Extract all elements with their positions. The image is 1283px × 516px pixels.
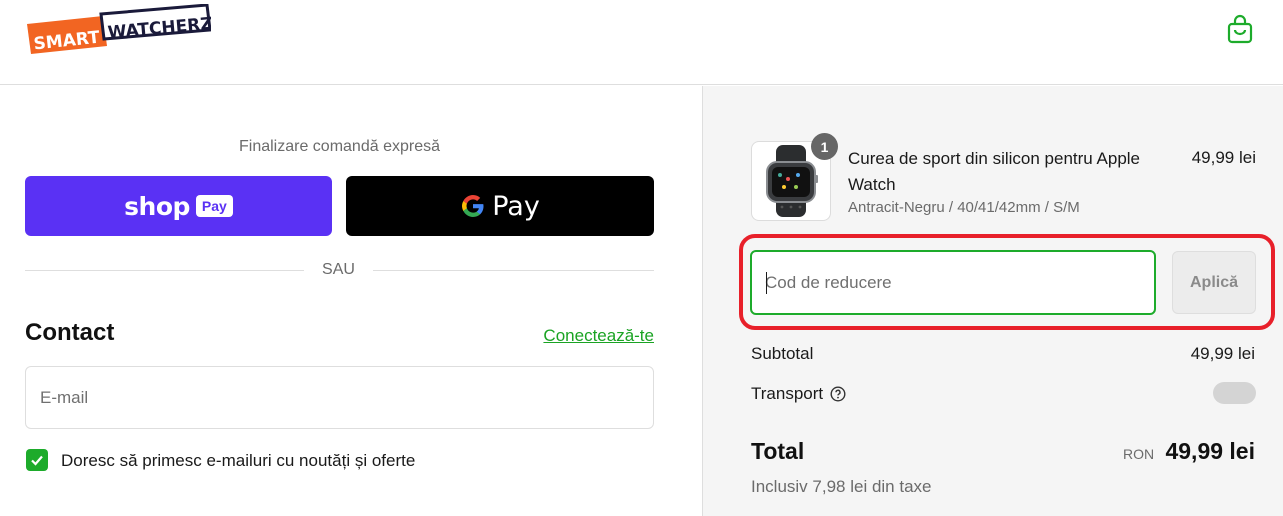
contact-heading: Contact — [25, 319, 115, 346]
total-value: 49,99 lei — [1165, 438, 1255, 464]
google-pay-button[interactable]: Pay — [346, 176, 654, 236]
shipping-label: Transport — [751, 384, 824, 403]
shipping-value-placeholder — [1213, 382, 1256, 404]
login-link[interactable]: Conectează-te — [470, 326, 654, 346]
shop-pay-badge: Pay — [195, 195, 233, 217]
checkmark-icon — [31, 455, 43, 466]
shop-pay-wordmark: shop — [124, 191, 190, 221]
divider-right — [373, 270, 654, 271]
header: SMART WATCHERZ — [0, 0, 1283, 85]
tax-note: Inclusiv 7,98 lei din taxe — [751, 477, 932, 496]
currency-code: RON — [1123, 446, 1155, 462]
or-separator: SAU — [322, 261, 355, 278]
google-g-icon — [462, 195, 484, 217]
google-pay-label: Pay — [492, 190, 540, 222]
newsletter-label[interactable]: Doresc să primesc e-mailuri cu noutăți ș… — [61, 451, 415, 471]
checkout-form-column: Finalizare comandă expresă shop Pay Pay … — [0, 86, 702, 516]
shop-pay-button[interactable]: shop Pay — [25, 176, 332, 236]
quantity-badge: 1 — [811, 133, 838, 160]
apply-discount-button[interactable]: Aplică — [1172, 251, 1256, 314]
order-summary-column: 1 Curea de sport din silicon pentru Appl… — [702, 86, 1283, 516]
product-name: Curea de sport din silicon pentru Apple … — [848, 149, 1141, 194]
apple-watch-image — [766, 145, 818, 217]
store-logo[interactable]: SMART WATCHERZ — [27, 4, 211, 58]
product-variant: Antracit-Negru / 40/41/42mm / S/M — [848, 199, 1080, 216]
total-label: Total — [751, 438, 805, 464]
email-field[interactable] — [25, 366, 654, 429]
divider-left — [25, 270, 304, 271]
subtotal-value: 49,99 lei — [1190, 344, 1255, 363]
newsletter-checkbox[interactable] — [26, 449, 48, 471]
product-price: 49,99 lei — [1191, 148, 1256, 167]
subtotal-label: Subtotal — [751, 344, 814, 363]
express-checkout-title: Finalizare comandă expresă — [239, 138, 440, 155]
help-icon[interactable] — [830, 386, 846, 402]
text-cursor — [766, 272, 767, 294]
discount-code-input[interactable] — [750, 250, 1156, 315]
shopping-bag-icon[interactable] — [1226, 14, 1254, 46]
